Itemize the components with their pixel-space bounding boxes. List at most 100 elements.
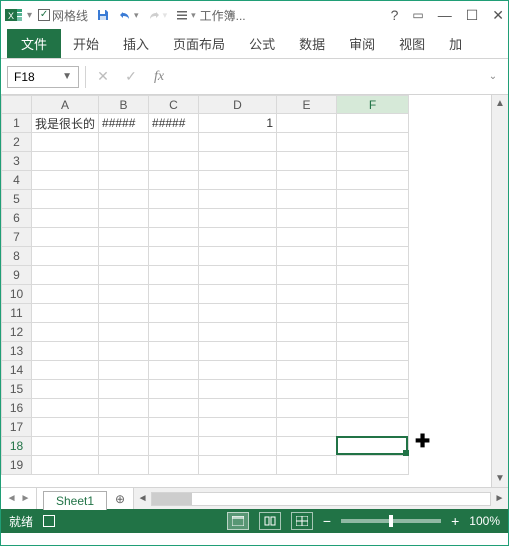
zoom-slider[interactable] [341,519,441,523]
cell-D17[interactable] [199,418,277,437]
cell-C1[interactable]: ##### [149,114,199,133]
cell-C10[interactable] [149,285,199,304]
cell-F8[interactable] [337,247,409,266]
cell-C4[interactable] [149,171,199,190]
view-page-layout-button[interactable] [259,512,281,530]
row-header-15[interactable]: 15 [2,380,32,399]
col-header-A[interactable]: A [32,96,99,114]
cell-B8[interactable] [99,247,149,266]
cell-A18[interactable] [32,437,99,456]
cell-E19[interactable] [277,456,337,475]
cell-C8[interactable] [149,247,199,266]
cell-B12[interactable] [99,323,149,342]
cell-E18[interactable] [277,437,337,456]
cell-A8[interactable] [32,247,99,266]
row-header-2[interactable]: 2 [2,133,32,152]
scroll-right-button[interactable]: ► [491,493,508,504]
cell-E12[interactable] [277,323,337,342]
list-button[interactable]: ▾ [175,8,196,22]
cell-B10[interactable] [99,285,149,304]
tab-page-layout[interactable]: 页面布局 [161,29,237,58]
row-header-9[interactable]: 9 [2,266,32,285]
hscroll-track[interactable] [151,492,491,506]
cell-C18[interactable] [149,437,199,456]
col-header-B[interactable]: B [99,96,149,114]
expand-formula-bar-button[interactable]: ⌄ [484,71,502,82]
tab-more[interactable]: 加 [437,29,474,58]
row-header-10[interactable]: 10 [2,285,32,304]
cell-D10[interactable] [199,285,277,304]
cell-A11[interactable] [32,304,99,323]
cell-B18[interactable] [99,437,149,456]
cell-C16[interactable] [149,399,199,418]
cancel-formula-button[interactable]: ✕ [92,66,114,88]
cell-F3[interactable] [337,152,409,171]
cell-A12[interactable] [32,323,99,342]
cell-C17[interactable] [149,418,199,437]
cell-E4[interactable] [277,171,337,190]
cell-D4[interactable] [199,171,277,190]
cell-E13[interactable] [277,342,337,361]
cell-E15[interactable] [277,380,337,399]
cell-E2[interactable] [277,133,337,152]
horizontal-scrollbar[interactable]: ◄ ► [133,488,508,509]
cell-A1[interactable]: 我是很长的 [32,114,99,133]
row-header-19[interactable]: 19 [2,456,32,475]
col-header-C[interactable]: C [149,96,199,114]
new-sheet-button[interactable]: ⊕ [107,488,133,509]
cell-C19[interactable] [149,456,199,475]
cell-A3[interactable] [32,152,99,171]
cell-A2[interactable] [32,133,99,152]
sheet-nav-arrows[interactable]: ◄ ► [1,488,37,509]
cell-B2[interactable] [99,133,149,152]
cell-B19[interactable] [99,456,149,475]
row-header-12[interactable]: 12 [2,323,32,342]
cell-C3[interactable] [149,152,199,171]
cell-B6[interactable] [99,209,149,228]
cell-E8[interactable] [277,247,337,266]
sheet-next-icon[interactable]: ► [21,493,31,504]
cell-F18[interactable] [337,437,409,456]
cell-A19[interactable] [32,456,99,475]
cell-C11[interactable] [149,304,199,323]
cell-D9[interactable] [199,266,277,285]
maximize-button[interactable]: ☐ [466,7,479,24]
cell-D7[interactable] [199,228,277,247]
cell-D12[interactable] [199,323,277,342]
cell-E1[interactable] [277,114,337,133]
cell-E16[interactable] [277,399,337,418]
row-header-8[interactable]: 8 [2,247,32,266]
ribbon-display-button[interactable]: ▭ [412,8,423,22]
cell-D18[interactable] [199,437,277,456]
qat-dropdown-icon[interactable]: ▾ [27,10,32,21]
cell-C6[interactable] [149,209,199,228]
cell-E11[interactable] [277,304,337,323]
cell-D13[interactable] [199,342,277,361]
cell-B16[interactable] [99,399,149,418]
row-header-14[interactable]: 14 [2,361,32,380]
row-header-3[interactable]: 3 [2,152,32,171]
row-header-7[interactable]: 7 [2,228,32,247]
cell-F14[interactable] [337,361,409,380]
cell-B11[interactable] [99,304,149,323]
cell-E14[interactable] [277,361,337,380]
cell-B7[interactable] [99,228,149,247]
cell-B13[interactable] [99,342,149,361]
cell-D1[interactable]: 1 [199,114,277,133]
cell-C2[interactable] [149,133,199,152]
cell-C14[interactable] [149,361,199,380]
cell-B9[interactable] [99,266,149,285]
tab-data[interactable]: 数据 [287,29,337,58]
cell-F1[interactable] [337,114,409,133]
name-box-dropdown-icon[interactable]: ▼ [62,71,72,82]
tab-review[interactable]: 审阅 [337,29,387,58]
zoom-in-button[interactable]: + [451,513,459,529]
cell-D3[interactable] [199,152,277,171]
row-header-17[interactable]: 17 [2,418,32,437]
vertical-scrollbar[interactable]: ▲ ▼ [491,95,508,487]
row-header-18[interactable]: 18 [2,437,32,456]
cell-D5[interactable] [199,190,277,209]
file-tab[interactable]: 文件 [7,29,61,58]
row-header-13[interactable]: 13 [2,342,32,361]
row-header-4[interactable]: 4 [2,171,32,190]
